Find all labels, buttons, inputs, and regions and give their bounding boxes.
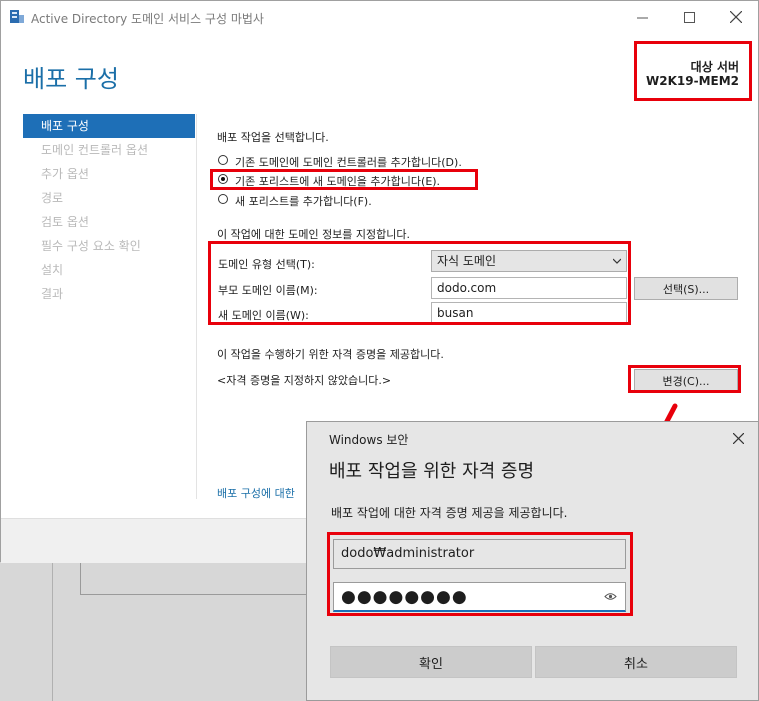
radio-add-domain[interactable] bbox=[218, 174, 228, 184]
nav-item-review-options: 검토 옵션 bbox=[41, 215, 89, 229]
password-input[interactable]: ●●●●●●●● bbox=[333, 582, 626, 612]
radio-add-dc[interactable] bbox=[218, 155, 228, 165]
radio-new-forest[interactable] bbox=[218, 194, 228, 204]
background-window-frame bbox=[80, 562, 310, 595]
server-manager-icon bbox=[10, 10, 24, 23]
dialog-caption: Windows 보안 bbox=[329, 433, 409, 447]
nav-item-prerequisites-check: 필수 구성 요소 확인 bbox=[41, 239, 141, 253]
minimize-icon bbox=[636, 17, 648, 18]
page-title: 배포 구성 bbox=[23, 65, 119, 93]
reveal-password-eye-icon[interactable] bbox=[604, 592, 617, 601]
close-icon bbox=[732, 432, 744, 444]
minimize-button[interactable] bbox=[619, 1, 665, 33]
dialog-close-button[interactable] bbox=[726, 426, 750, 450]
domain-info-heading: 이 작업에 대한 도메인 정보를 지정합니다. bbox=[217, 228, 411, 241]
cancel-button[interactable]: 취소 bbox=[535, 646, 737, 678]
more-about-deployment-link[interactable]: 배포 구성에 대한 bbox=[217, 485, 295, 501]
window-title: Active Directory 도메인 서비스 구성 마법사 bbox=[31, 12, 264, 26]
nav-item-results: 결과 bbox=[41, 287, 64, 301]
nav-divider bbox=[196, 114, 197, 499]
nav-item-deployment-config[interactable]: 배포 구성 bbox=[23, 114, 195, 138]
ok-button[interactable]: 확인 bbox=[330, 646, 532, 678]
dialog-title: 배포 작업을 위한 자격 증명 bbox=[329, 461, 535, 482]
nav-item-installation: 설치 bbox=[41, 263, 64, 277]
option-add-dc-label[interactable]: 기존 도메인에 도메인 컨트롤러를 추가합니다(D). bbox=[235, 154, 462, 170]
select-button[interactable]: 선택(S)... bbox=[634, 277, 738, 300]
background-window-edge bbox=[52, 562, 53, 701]
wizard-nav: 배포 구성 도메인 컨트롤러 옵션 추가 옵션 경로 검토 옵션 필수 구성 요… bbox=[23, 114, 195, 306]
target-server-highlight: 대상 서버 W2K19-MEM2 bbox=[634, 41, 752, 101]
maximize-icon bbox=[683, 11, 695, 23]
credentials-status: <자격 증명을 지정하지 않았습니다.> bbox=[217, 374, 392, 387]
maximize-button[interactable] bbox=[666, 1, 712, 33]
dialog-description: 배포 작업에 대한 자격 증명 제공을 제공합니다. bbox=[331, 506, 568, 520]
nav-item-dc-options: 도메인 컨트롤러 옵션 bbox=[41, 143, 148, 157]
title-bar: Active Directory 도메인 서비스 구성 마법사 bbox=[1, 1, 758, 33]
password-mask: ●●●●●●●● bbox=[341, 587, 468, 607]
nav-item-additional-options: 추가 옵션 bbox=[41, 167, 89, 181]
option-new-forest-label[interactable]: 새 포리스트를 추가합니다(F). bbox=[235, 193, 372, 209]
username-input[interactable]: dodo₩administrator bbox=[333, 539, 626, 569]
close-icon bbox=[730, 11, 742, 23]
domain-info-highlight-box bbox=[208, 241, 631, 325]
target-server-label: 대상 서버 bbox=[690, 60, 739, 74]
change-button-highlight-box bbox=[628, 365, 741, 393]
target-server-name: W2K19-MEM2 bbox=[646, 74, 739, 88]
close-button[interactable] bbox=[713, 1, 759, 33]
deployment-heading: 배포 작업을 선택합니다. bbox=[217, 131, 329, 144]
credentials-heading: 이 작업을 수행하기 위한 자격 증명을 제공합니다. bbox=[217, 348, 444, 361]
windows-security-dialog: Windows 보안 배포 작업을 위한 자격 증명 배포 작업에 대한 자격 … bbox=[306, 421, 759, 701]
option-add-domain-label[interactable]: 기존 포리스트에 새 도메인을 추가합니다(E). bbox=[235, 173, 440, 189]
nav-item-paths: 경로 bbox=[41, 191, 64, 205]
